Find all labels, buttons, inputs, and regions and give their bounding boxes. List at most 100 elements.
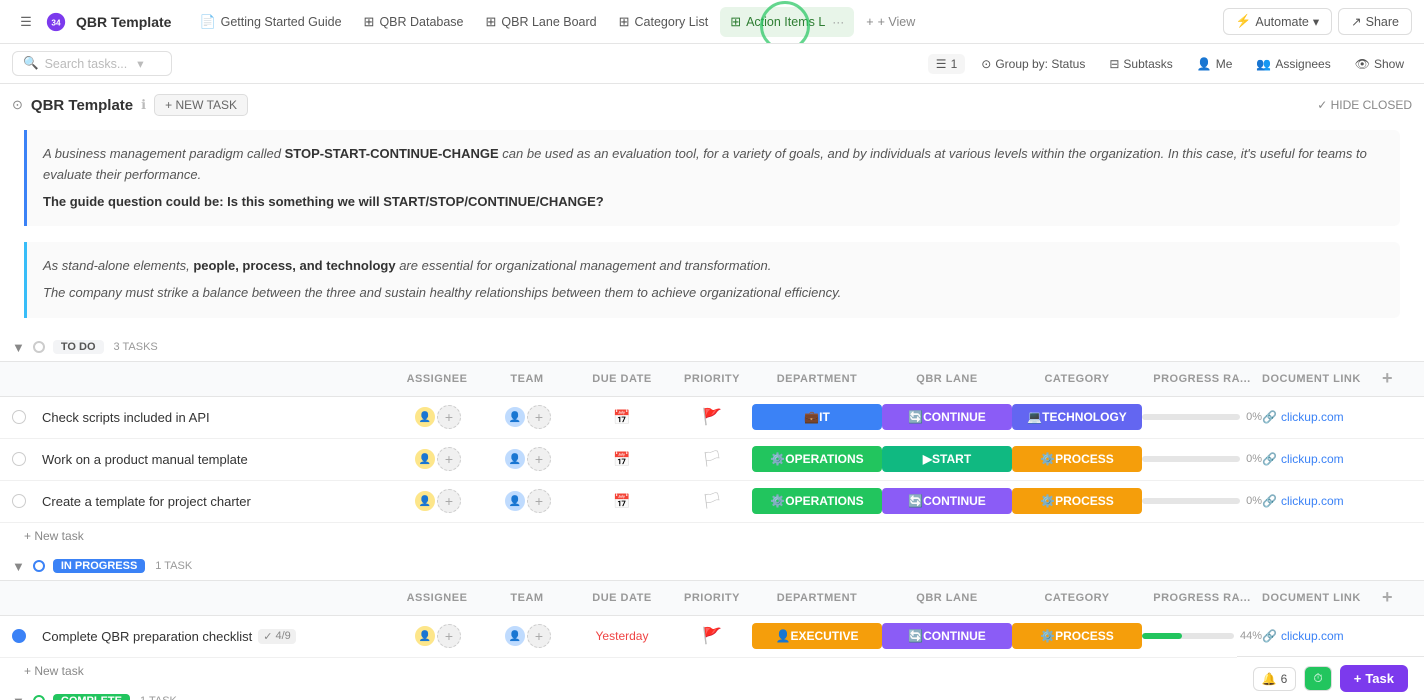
- doc-link[interactable]: clickup.com: [1281, 629, 1344, 643]
- main-content: ⊙ QBR Template ℹ + NEW TASK ✓ HIDE CLOSE…: [0, 84, 1424, 700]
- calendar-icon: 📅: [613, 409, 630, 426]
- group-by-button[interactable]: ⊙ Group by: Status: [973, 54, 1093, 74]
- me-button[interactable]: 👤 Me: [1189, 54, 1241, 74]
- doc-link[interactable]: clickup.com: [1281, 452, 1344, 466]
- priority-flag: 🚩: [702, 407, 722, 427]
- show-button[interactable]: 👁 Show: [1347, 54, 1412, 74]
- automate-icon: ⚡: [1236, 14, 1252, 29]
- complete-collapse[interactable]: ▼: [12, 694, 25, 700]
- tab-category-list[interactable]: ⊞ Category List: [609, 7, 719, 37]
- hide-closed-button[interactable]: ✓ HIDE CLOSED: [1317, 98, 1412, 112]
- progress-value: 0%: [1246, 453, 1262, 465]
- avatar: 👤: [413, 405, 437, 429]
- todo-collapse[interactable]: ▼: [12, 340, 25, 355]
- subtasks-icon: ⊟: [1109, 57, 1119, 71]
- task-checkbox[interactable]: [12, 629, 26, 643]
- progress-value: 44%: [1240, 630, 1262, 642]
- link-icon: 🔗: [1262, 410, 1277, 424]
- table-row: Create a template for project charter 👤 …: [0, 481, 1424, 523]
- share-button[interactable]: ↗ Share: [1338, 8, 1412, 35]
- progress-bar: [1142, 633, 1182, 639]
- add-team-button[interactable]: +: [527, 447, 551, 471]
- inprogress-dot: [33, 560, 45, 572]
- table-row: Complete QBR preparation checklist ✓ 4/9…: [0, 616, 1424, 658]
- avatar: 👤: [503, 405, 527, 429]
- add-column-icon[interactable]: +: [1382, 368, 1393, 388]
- add-team-button[interactable]: +: [527, 405, 551, 429]
- cat-chip: ⚙️PROCESS: [1012, 488, 1142, 514]
- avatar: 👤: [503, 447, 527, 471]
- project-header: ⊙ QBR Template ℹ + NEW TASK ✓ HIDE CLOSE…: [0, 84, 1424, 122]
- subtask-badge[interactable]: ✓ 4/9: [258, 629, 296, 644]
- project-collapse[interactable]: ⊙: [12, 97, 23, 113]
- priority-flag: 🏳: [702, 449, 722, 469]
- qbr-chip: ▶START: [882, 446, 1012, 472]
- inprogress-count: 1 TASK: [155, 560, 192, 572]
- description-block-1: A business management paradigm called ST…: [24, 130, 1400, 226]
- doc-link[interactable]: clickup.com: [1281, 494, 1344, 508]
- filter-count-badge[interactable]: ☰ 1: [928, 54, 965, 74]
- timer-icon: ⏱: [1313, 671, 1322, 686]
- add-column-icon[interactable]: +: [1382, 587, 1393, 607]
- dept-chip: 💼IT: [752, 404, 882, 430]
- assignees-icon: 👥: [1256, 57, 1271, 71]
- task-name-text: Complete QBR preparation checklist: [42, 629, 252, 644]
- task-checkbox[interactable]: [12, 410, 26, 424]
- menu-icon[interactable]: ☰: [12, 8, 40, 36]
- add-team-button[interactable]: +: [527, 624, 551, 648]
- qbr-chip: 🔄CONTINUE: [882, 623, 1012, 649]
- tab-action-items[interactable]: ⊞ Action Items L ···: [720, 7, 854, 37]
- me-icon: 👤: [1197, 57, 1212, 71]
- app-logo: 34: [42, 8, 70, 36]
- eye-icon: 👁: [1355, 57, 1370, 71]
- inprogress-collapse[interactable]: ▼: [12, 559, 25, 574]
- cat-chip: ⚙️PROCESS: [1012, 623, 1142, 649]
- add-assignee-button[interactable]: +: [437, 405, 461, 429]
- new-task-button[interactable]: + New task: [0, 658, 1424, 684]
- todo-count: 3 TASKS: [114, 341, 158, 353]
- table-row: Check scripts included in API 👤 + 👤 + 📅 …: [0, 397, 1424, 439]
- add-assignee-button[interactable]: +: [437, 489, 461, 513]
- subtasks-button[interactable]: ⊟ Subtasks: [1101, 54, 1180, 74]
- task-checkbox[interactable]: [12, 494, 26, 508]
- add-assignee-button[interactable]: +: [437, 447, 461, 471]
- group-icon: ⊙: [981, 57, 991, 71]
- link-icon: 🔗: [1262, 452, 1277, 466]
- automate-button[interactable]: ⚡ Automate ▾: [1223, 8, 1332, 35]
- doc-link[interactable]: clickup.com: [1281, 410, 1344, 424]
- dept-chip: ⚙️OPERATIONS: [752, 488, 882, 514]
- tab-icon: ⊞: [486, 14, 497, 30]
- tab-more-icon: ···: [832, 15, 844, 29]
- todo-section: ▼ TO DO 3 TASKS ASSIGNEE TEAM DUE DATE P…: [0, 334, 1424, 549]
- add-team-button[interactable]: +: [527, 489, 551, 513]
- link-icon: 🔗: [1262, 629, 1277, 643]
- inprogress-table-header: ASSIGNEE TEAM DUE DATE PRIORITY DEPARTME…: [0, 580, 1424, 616]
- notifications-button[interactable]: 🔔 6: [1253, 667, 1297, 691]
- filter-bar: 🔍 Search tasks... ▾ ☰ 1 ⊙ Group by: Stat…: [0, 44, 1424, 84]
- cat-chip: ⚙️PROCESS: [1012, 446, 1142, 472]
- inprogress-section-header: ▼ IN PROGRESS 1 TASK: [0, 553, 1424, 580]
- timer-button[interactable]: ⏱: [1304, 666, 1331, 691]
- table-row: Work on a product manual template 👤 + 👤 …: [0, 439, 1424, 481]
- complete-section-header: ▼ COMPLETE 1 TASK: [0, 688, 1424, 700]
- tab-qbr-lane-board[interactable]: ⊞ QBR Lane Board: [476, 7, 607, 37]
- new-task-button[interactable]: + NEW TASK: [154, 94, 248, 116]
- assignees-button[interactable]: 👥 Assignees: [1248, 54, 1338, 74]
- tab-qbr-database[interactable]: ⊞ QBR Database: [354, 7, 474, 37]
- tab-getting-started[interactable]: 📄 Getting Started Guide: [189, 7, 351, 37]
- dropdown-icon: ▾: [1313, 14, 1319, 29]
- priority-flag: 🏳: [702, 491, 722, 511]
- add-view-button[interactable]: + + View: [856, 11, 925, 33]
- app-title: QBR Template: [76, 14, 171, 30]
- complete-section: ▼ COMPLETE 1 TASK ASSIGNEE TEAM DUE DATE…: [0, 688, 1424, 700]
- new-task-fab[interactable]: + Task: [1340, 665, 1408, 692]
- plus-icon: +: [1354, 671, 1362, 686]
- add-assignee-button[interactable]: +: [437, 624, 461, 648]
- dropdown-icon: ▾: [137, 56, 143, 71]
- inprogress-section: ▼ IN PROGRESS 1 TASK ASSIGNEE TEAM DUE D…: [0, 553, 1424, 684]
- search-box[interactable]: 🔍 Search tasks... ▾: [12, 51, 172, 76]
- task-checkbox[interactable]: [12, 452, 26, 466]
- priority-flag: 🚩: [702, 626, 722, 646]
- new-task-button[interactable]: + New task: [0, 523, 1424, 549]
- avatar: 👤: [503, 489, 527, 513]
